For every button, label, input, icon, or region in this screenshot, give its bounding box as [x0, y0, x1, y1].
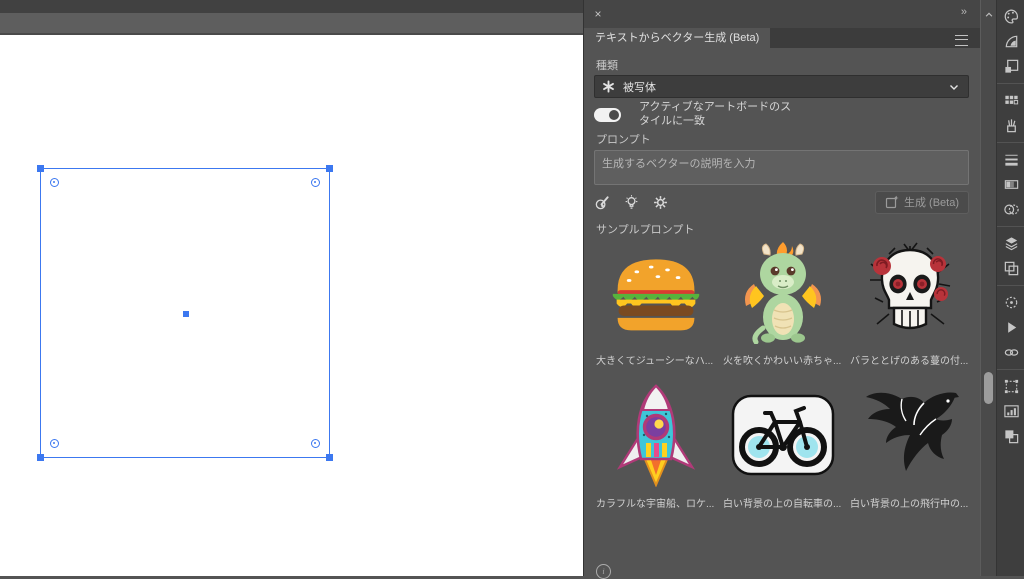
match-artboard-style-label: アクティブなアートボードのス タイルに一致 — [639, 100, 791, 128]
appearance-icon[interactable] — [997, 290, 1024, 315]
gradient-icon[interactable] — [997, 172, 1024, 197]
transform-icon[interactable] — [997, 374, 1024, 399]
toolbar-group — [997, 142, 1024, 226]
sample-item-baby-dragon[interactable]: 火を吹くかわいい赤ちゃ... — [723, 238, 842, 367]
corner-radius-widget-top-right[interactable] — [311, 178, 320, 187]
sample-thumb-bird[interactable] — [850, 381, 969, 489]
sample-caption: カラフルな宇宙船、ロケ... — [596, 495, 715, 510]
corner-radius-widget-top-left[interactable] — [50, 178, 59, 187]
panel-dock-header: × » — [584, 0, 980, 28]
sample-prompts-grid: 大きくてジューシーなハ... — [596, 238, 969, 510]
tab-text-to-vector[interactable]: テキストからベクター生成 (Beta) — [584, 28, 770, 48]
artboard-canvas[interactable] — [0, 0, 583, 576]
sample-caption: 火を吹くかわいい赤ちゃ... — [723, 352, 842, 367]
type-dropdown[interactable]: 被写体 — [594, 75, 969, 98]
toolbar-group — [997, 226, 1024, 285]
selection-handle-bottom-left[interactable] — [37, 454, 44, 461]
symbols-icon[interactable] — [997, 54, 1024, 79]
layers-icon[interactable] — [997, 231, 1024, 256]
canvas-top-bar — [0, 0, 583, 13]
color-guide-icon[interactable] — [997, 29, 1024, 54]
style-picker-icon[interactable] — [594, 194, 611, 211]
selected-rectangle[interactable] — [40, 168, 330, 458]
canvas-secondary-bar — [0, 13, 583, 35]
chart-icon[interactable] — [997, 399, 1024, 424]
match-artboard-style-toggle[interactable] — [594, 108, 621, 122]
panel-tab-bar: テキストからベクター生成 (Beta) — [584, 28, 980, 48]
text-to-vector-panel: × » テキストからベクター生成 (Beta) 種類 被写体 アクティブなアート… — [583, 0, 980, 576]
collapse-dock-icon[interactable]: » — [961, 6, 966, 18]
info-icon[interactable]: i — [596, 564, 611, 579]
toggle-knob — [609, 110, 619, 120]
toolbar-group — [997, 369, 1024, 453]
type-dropdown-value: 被写体 — [623, 79, 656, 95]
scrollbar-thumb[interactable] — [984, 372, 993, 404]
scroll-up-icon[interactable] — [984, 10, 994, 20]
selection-handle-top-right[interactable] — [326, 165, 333, 172]
selection-center-point[interactable] — [183, 311, 189, 317]
panel-scrollbar[interactable] — [980, 0, 996, 576]
brushes-icon[interactable] — [997, 113, 1024, 138]
stroke-icon[interactable] — [997, 147, 1024, 172]
generate-icon — [885, 195, 899, 209]
pathfinder-icon[interactable] — [997, 424, 1024, 449]
type-label: 種類 — [596, 57, 618, 73]
sample-caption: バラととげのある蔓の付... — [850, 352, 969, 367]
sample-item-bicycle[interactable]: 白い背景の上の自転車の... — [723, 381, 842, 510]
panel-icon-toolbar — [996, 0, 1024, 576]
swatches-icon[interactable] — [997, 88, 1024, 113]
transparency-icon[interactable] — [997, 197, 1024, 222]
sample-caption: 白い背景の上の飛行中の... — [850, 495, 969, 510]
toolbar-group — [997, 0, 1024, 83]
chevron-down-icon — [948, 81, 960, 93]
corner-radius-widget-bottom-left[interactable] — [50, 439, 59, 448]
toolbar-group — [997, 285, 1024, 369]
sample-prompts-label: サンプルプロンプト — [596, 221, 694, 237]
close-icon[interactable]: × — [591, 7, 605, 21]
sample-item-bird[interactable]: 白い背景の上の飛行中の... — [850, 381, 969, 510]
sample-thumb-baby-dragon[interactable] — [723, 238, 842, 346]
panel-menu-icon[interactable] — [955, 35, 968, 46]
prompt-ideas-lightbulb-icon[interactable] — [623, 194, 640, 211]
generate-button[interactable]: 生成 (Beta) — [875, 191, 969, 214]
selection-handle-top-left[interactable] — [37, 165, 44, 172]
sample-item-hamburger[interactable]: 大きくてジューシーなハ... — [596, 238, 715, 367]
links-icon[interactable] — [997, 340, 1024, 365]
artboards-icon[interactable] — [997, 256, 1024, 281]
sample-thumb-skull-roses[interactable] — [850, 238, 969, 346]
prompt-label: プロンプト — [596, 131, 651, 147]
sample-thumb-hamburger[interactable] — [596, 238, 715, 346]
sample-thumb-bicycle[interactable] — [723, 381, 842, 489]
corner-radius-widget-bottom-right[interactable] — [311, 439, 320, 448]
toolbar-group — [997, 83, 1024, 142]
subject-type-icon — [602, 80, 615, 93]
actions-icon[interactable] — [997, 315, 1024, 340]
sample-caption: 大きくてジューシーなハ... — [596, 352, 715, 367]
sample-item-rocket[interactable]: カラフルな宇宙船、ロケ... — [596, 381, 715, 510]
color-palette-icon[interactable] — [997, 4, 1024, 29]
sample-item-skull-roses[interactable]: バラととげのある蔓の付... — [850, 238, 969, 367]
selection-handle-bottom-right[interactable] — [326, 454, 333, 461]
settings-gear-icon[interactable] — [652, 194, 669, 211]
sample-thumb-rocket[interactable] — [596, 381, 715, 489]
sample-caption: 白い背景の上の自転車の... — [723, 495, 842, 510]
prompt-input[interactable] — [594, 150, 969, 185]
